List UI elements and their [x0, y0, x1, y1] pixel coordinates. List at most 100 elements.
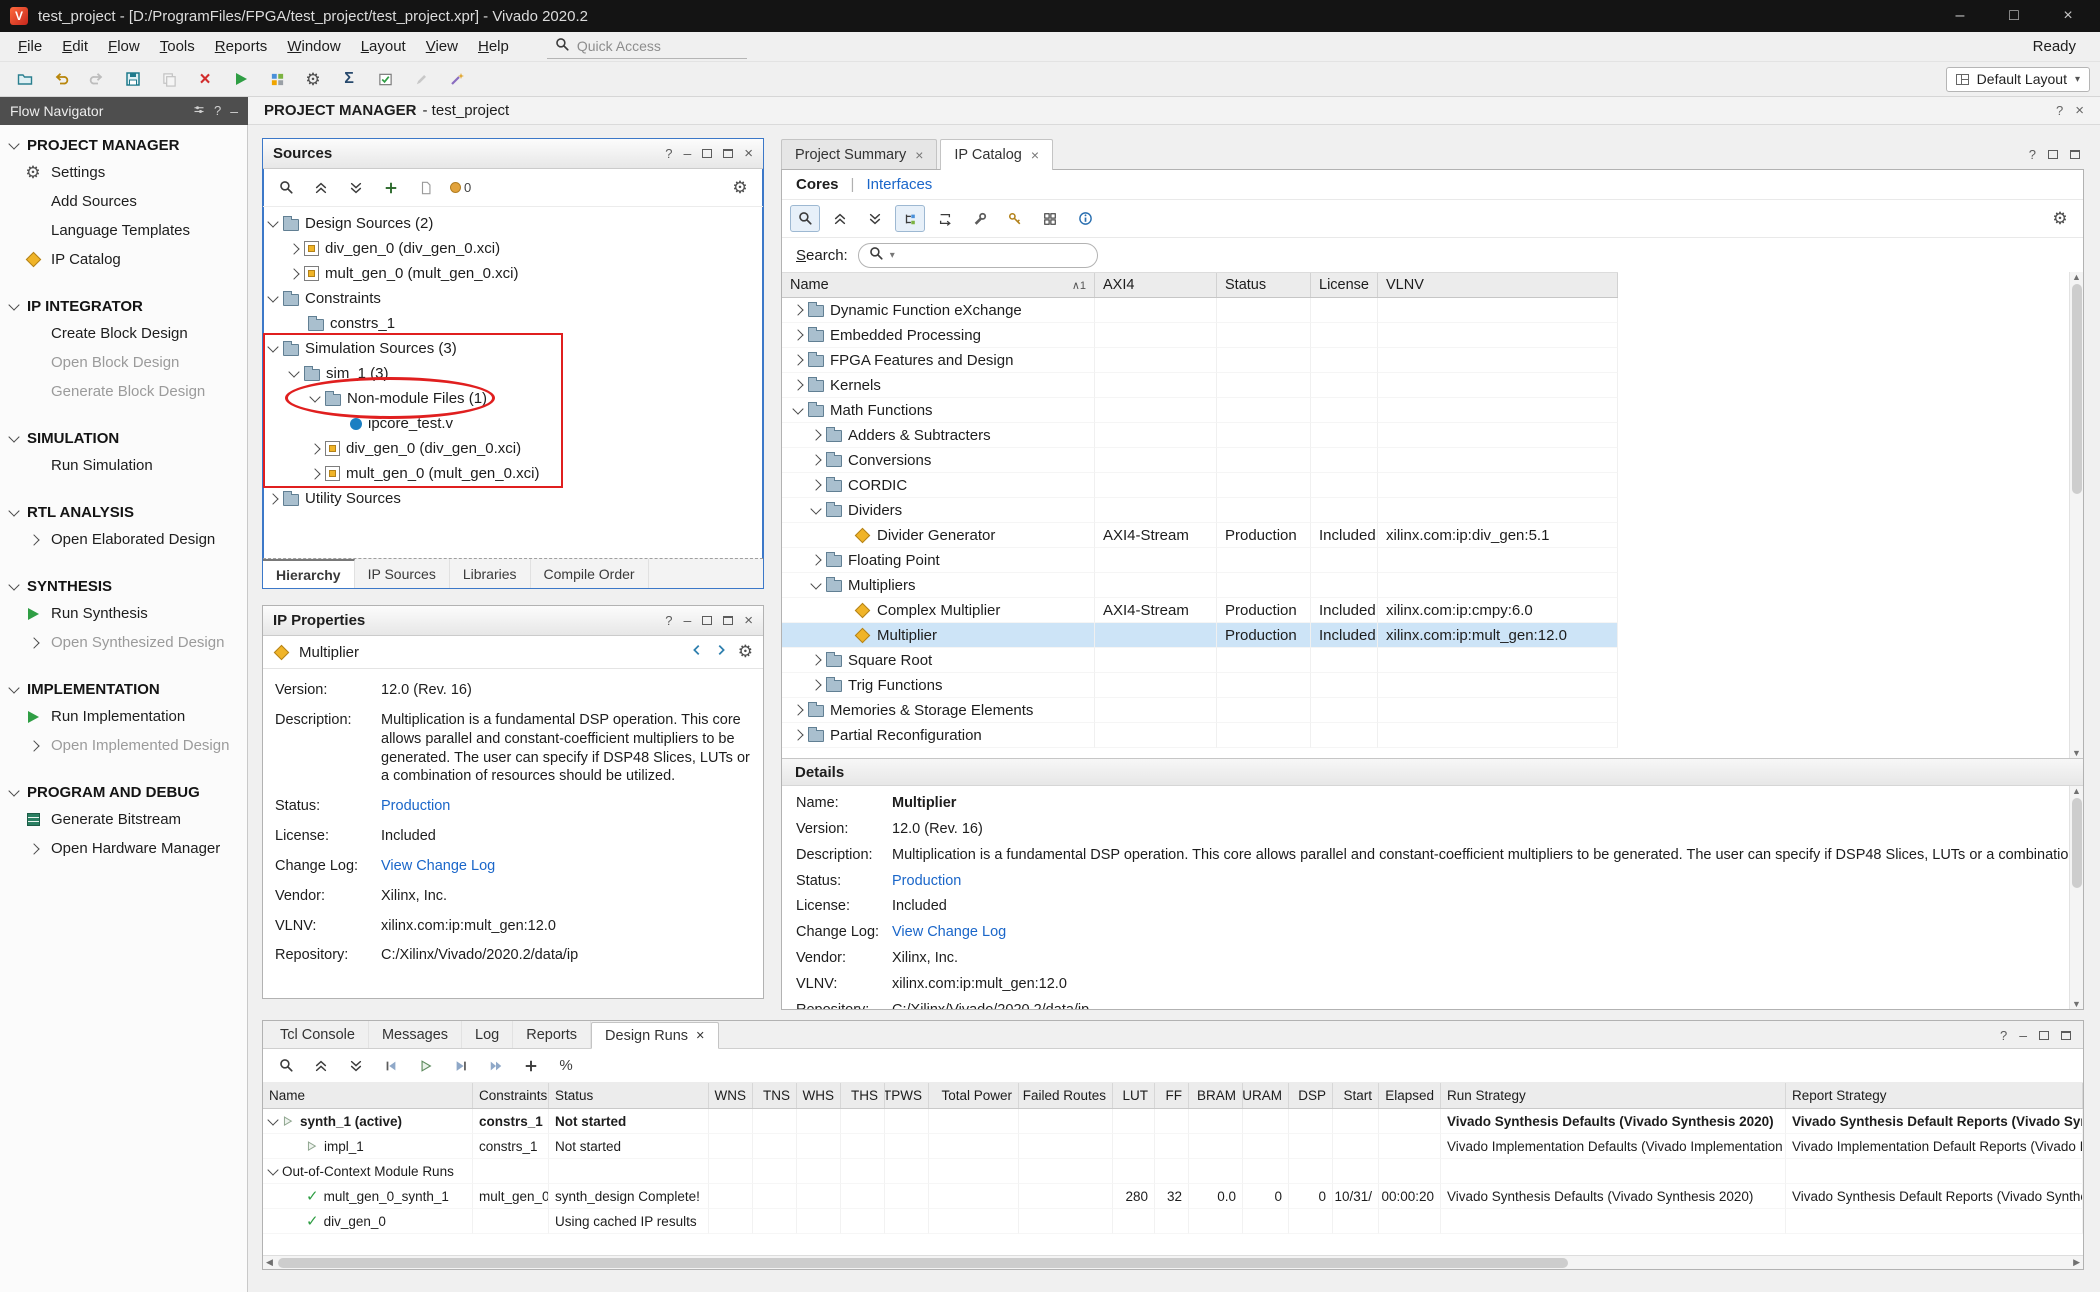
- reset-runs-icon[interactable]: [376, 1052, 406, 1079]
- flow-item-create-block-design[interactable]: Create Block Design: [0, 319, 247, 348]
- flow-item-run-simulation[interactable]: Run Simulation: [0, 451, 247, 480]
- key-icon[interactable]: [1000, 205, 1030, 232]
- settings-icon[interactable]: ⚙: [725, 174, 755, 201]
- subtab-interfaces[interactable]: Interfaces: [866, 176, 932, 193]
- catalog-row-floating-point[interactable]: Floating Point: [782, 548, 1618, 573]
- runs-column-total-power[interactable]: Total Power: [929, 1083, 1019, 1108]
- expander-open-icon[interactable]: [8, 579, 19, 590]
- settings-icon[interactable]: ⚙: [2045, 205, 2075, 232]
- expander-closed-icon[interactable]: [810, 654, 821, 665]
- catalog-row-fpga-features-and-design[interactable]: FPGA Features and Design: [782, 348, 1618, 373]
- source-item-non-module-files-1[interactable]: Non-module Files (1): [263, 386, 763, 411]
- expander-open-icon[interactable]: [8, 138, 19, 149]
- run-row-synth-1-active[interactable]: synth_1 (active)constrs_1Not startedViva…: [263, 1109, 2083, 1134]
- close-tab-icon[interactable]: ×: [696, 1028, 704, 1044]
- menu-flow[interactable]: Flow: [98, 34, 150, 59]
- sliders-icon[interactable]: [193, 104, 205, 119]
- search-icon[interactable]: [271, 1052, 301, 1079]
- scrollbar-thumb[interactable]: [2072, 798, 2082, 888]
- wrench-icon[interactable]: [965, 205, 995, 232]
- tab-ip-catalog[interactable]: IP Catalog×: [940, 139, 1053, 170]
- flow-item-add-sources[interactable]: Add Sources: [0, 187, 247, 216]
- flow-item-open-implemented-design[interactable]: Open Implemented Design: [0, 731, 247, 760]
- column-header-axi4[interactable]: AXI4: [1095, 273, 1217, 297]
- runs-column-start[interactable]: Start: [1333, 1083, 1379, 1108]
- step-icon[interactable]: [446, 1052, 476, 1079]
- expander-closed-icon[interactable]: [810, 429, 821, 440]
- scrollbar-thumb[interactable]: [2072, 284, 2082, 494]
- fast-forward-icon[interactable]: [481, 1052, 511, 1079]
- runs-column-tpws[interactable]: TPWS: [885, 1083, 929, 1108]
- menu-help[interactable]: Help: [468, 34, 519, 59]
- flow-section-header-ip-integrator[interactable]: IP INTEGRATOR: [0, 294, 247, 319]
- expander-closed-icon[interactable]: [810, 679, 821, 690]
- catalog-row-square-root[interactable]: Square Root: [782, 648, 1618, 673]
- minimize-icon[interactable]: –: [683, 613, 691, 628]
- source-item-constrs-1[interactable]: constrs_1: [263, 311, 763, 336]
- source-item-div-gen-0-div-gen-0-xci[interactable]: div_gen_0 (div_gen_0.xci): [263, 236, 763, 261]
- validate-icon[interactable]: [370, 66, 400, 93]
- catalog-row-partial-reconfiguration[interactable]: Partial Reconfiguration: [782, 723, 1618, 748]
- close-tab-icon[interactable]: ×: [915, 147, 923, 163]
- settings-icon[interactable]: ⚙: [738, 643, 753, 661]
- help-icon[interactable]: ?: [214, 104, 221, 119]
- link-view-change-log[interactable]: View Change Log: [892, 924, 1006, 940]
- expander-closed-icon[interactable]: [288, 268, 299, 279]
- window-maximize-button[interactable]: □: [1992, 7, 2036, 25]
- expander-open-icon[interactable]: [8, 299, 19, 310]
- flow-item-generate-bitstream[interactable]: Generate Bitstream: [0, 805, 247, 834]
- minimize-icon[interactable]: –: [2019, 1028, 2027, 1043]
- runs-column-bram[interactable]: BRAM: [1189, 1083, 1243, 1108]
- expander-closed-icon[interactable]: [792, 729, 803, 740]
- source-item-ipcore-test-v[interactable]: ipcore_test.v: [263, 411, 763, 436]
- source-item-design-sources-2[interactable]: Design Sources (2): [263, 211, 763, 236]
- flow-item-language-templates[interactable]: Language Templates: [0, 216, 247, 245]
- runs-column-whs[interactable]: WHS: [797, 1083, 841, 1108]
- expand-all-icon[interactable]: [341, 174, 371, 201]
- catalog-row-multiplier[interactable]: MultiplierProductionIncludedxilinx.com:i…: [782, 623, 1618, 648]
- runs-column-run-strategy[interactable]: Run Strategy: [1441, 1083, 1786, 1108]
- scroll-up-icon[interactable]: ▲: [2072, 272, 2081, 282]
- column-header-status[interactable]: Status: [1217, 273, 1311, 297]
- runs-column-wns[interactable]: WNS: [709, 1083, 753, 1108]
- save-icon[interactable]: [118, 66, 148, 93]
- flow-section-header-project-manager[interactable]: PROJECT MANAGER: [0, 133, 247, 158]
- catalog-row-cordic[interactable]: CORDIC: [782, 473, 1618, 498]
- sources-tab-ip-sources[interactable]: IP Sources: [355, 559, 450, 588]
- expander-closed-icon[interactable]: [810, 454, 821, 465]
- info-icon[interactable]: [1070, 205, 1100, 232]
- expander-closed-icon[interactable]: [309, 443, 320, 454]
- bottom-tab-design-runs[interactable]: Design Runs×: [591, 1022, 718, 1049]
- runs-column-report-strategy[interactable]: Report Strategy: [1786, 1083, 2083, 1108]
- flow-section-header-program-and-debug[interactable]: PROGRAM AND DEBUG: [0, 780, 247, 805]
- run-row-div-gen-0[interactable]: ✓div_gen_0Using cached IP results: [263, 1209, 2083, 1234]
- runs-column-dsp[interactable]: DSP: [1289, 1083, 1333, 1108]
- window-minimize-button[interactable]: –: [1938, 7, 1982, 25]
- help-icon[interactable]: ?: [2000, 1028, 2007, 1043]
- menu-reports[interactable]: Reports: [205, 34, 278, 59]
- help-icon[interactable]: ?: [2029, 147, 2036, 162]
- flow-item-open-hardware-manager[interactable]: Open Hardware Manager: [0, 834, 247, 863]
- runs-column-failed-routes[interactable]: Failed Routes: [1019, 1083, 1113, 1108]
- catalog-row-math-functions[interactable]: Math Functions: [782, 398, 1618, 423]
- collapse-all-icon[interactable]: [825, 205, 855, 232]
- help-icon[interactable]: ?: [665, 613, 672, 628]
- subtab-cores[interactable]: Cores: [796, 176, 839, 193]
- bottom-tab-tcl-console[interactable]: Tcl Console: [267, 1021, 369, 1048]
- flow-section-header-rtl-analysis[interactable]: RTL ANALYSIS: [0, 500, 247, 525]
- link-view-change-log[interactable]: View Change Log: [381, 858, 495, 874]
- bottom-tab-reports[interactable]: Reports: [513, 1021, 591, 1048]
- sources-tab-compile-order[interactable]: Compile Order: [531, 559, 649, 588]
- minimize-icon[interactable]: –: [230, 104, 238, 119]
- expander-open-icon[interactable]: [309, 391, 320, 402]
- column-header-name[interactable]: Name∧1: [782, 273, 1095, 297]
- add-icon[interactable]: [376, 174, 406, 201]
- menu-tools[interactable]: Tools: [150, 34, 205, 59]
- catalog-row-kernels[interactable]: Kernels: [782, 373, 1618, 398]
- vertical-scrollbar[interactable]: ▲ ▼: [2069, 272, 2083, 758]
- runs-column-name[interactable]: Name: [263, 1083, 473, 1108]
- close-icon[interactable]: ×: [2075, 103, 2084, 118]
- link-production[interactable]: Production: [381, 798, 450, 814]
- flow-section-header-implementation[interactable]: IMPLEMENTATION: [0, 677, 247, 702]
- run-icon[interactable]: [226, 66, 256, 93]
